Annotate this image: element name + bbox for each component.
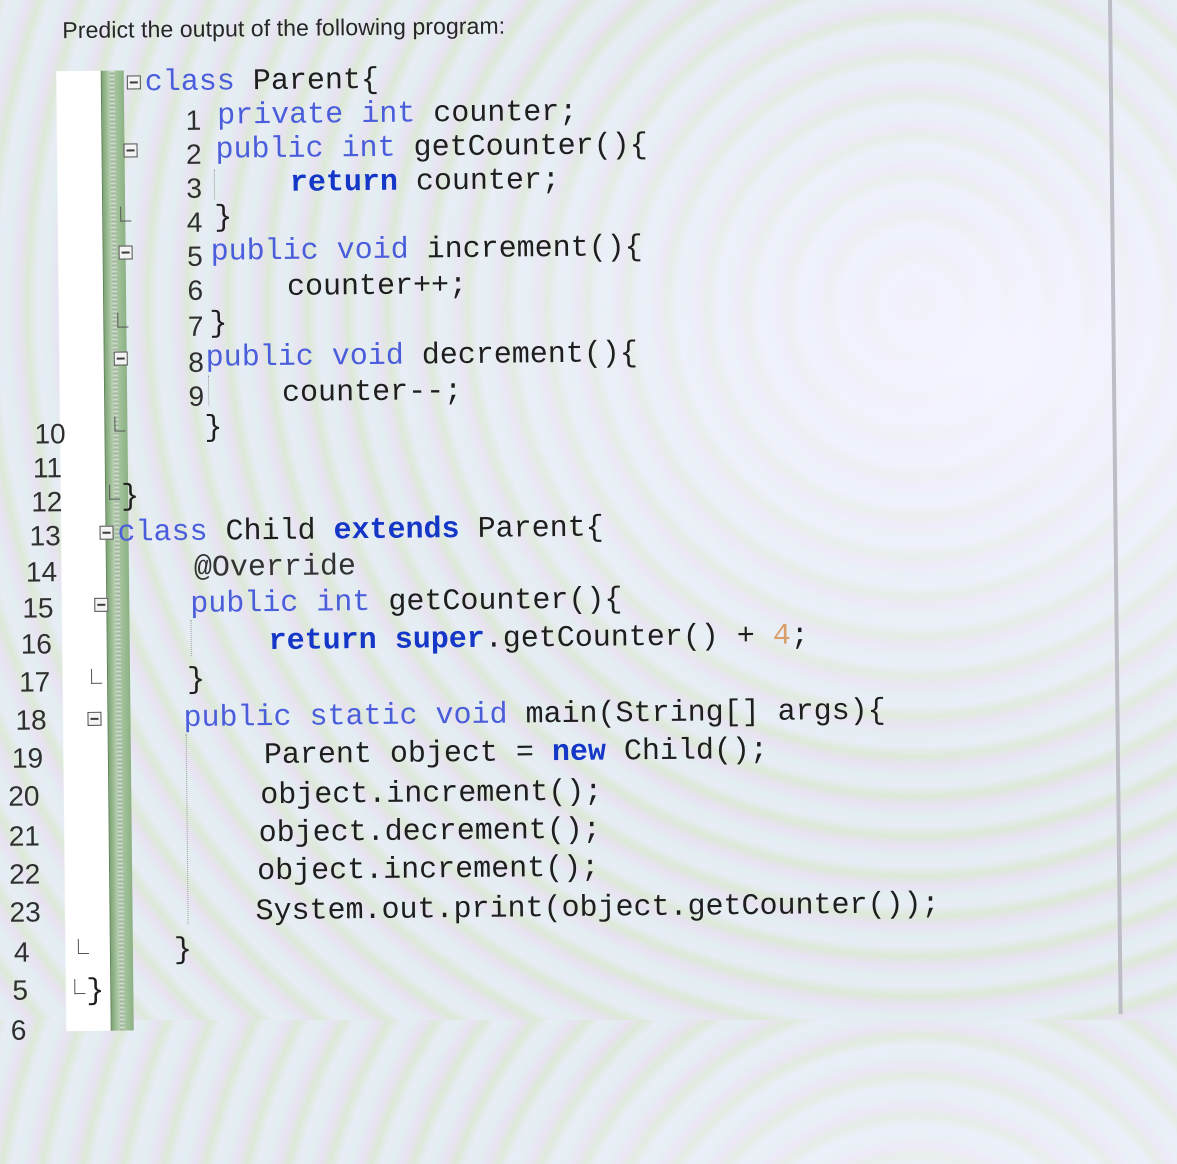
keyword: private bbox=[217, 98, 344, 134]
code-text: decrement(){ bbox=[403, 337, 639, 374]
code-text: } bbox=[173, 933, 193, 969]
worksheet: Predict the output of the following prog… bbox=[0, 0, 1123, 1046]
fold-end-icon bbox=[114, 416, 126, 432]
keyword: int bbox=[361, 97, 416, 133]
code-text: } bbox=[86, 974, 105, 1009]
code-text: increment(){ bbox=[408, 231, 643, 268]
question-prompt: Predict the output of the following prog… bbox=[62, 12, 506, 44]
keyword: public bbox=[215, 132, 324, 168]
keyword: return bbox=[268, 623, 377, 660]
code-text: Parent{ bbox=[459, 511, 604, 548]
collapse-icon[interactable] bbox=[99, 525, 114, 540]
keyword: return bbox=[289, 165, 399, 201]
code-text: Child bbox=[207, 514, 334, 550]
number-literal: 4 bbox=[772, 619, 791, 654]
keyword: int bbox=[341, 131, 396, 167]
fold-end-icon bbox=[74, 978, 86, 995]
keyword: public bbox=[183, 700, 292, 736]
collapse-icon[interactable] bbox=[126, 75, 141, 90]
keyword: public bbox=[190, 586, 299, 622]
fold-end-icon bbox=[117, 312, 129, 328]
annotation: @Override bbox=[193, 550, 357, 586]
collapse-icon[interactable] bbox=[87, 711, 102, 726]
code-text: counter++; bbox=[286, 268, 468, 305]
code-text: getCounter(){ bbox=[395, 129, 648, 166]
keyword: super bbox=[394, 622, 485, 658]
code-text: } bbox=[186, 663, 206, 698]
code-text: } bbox=[214, 201, 233, 236]
code-text: object.decrement(); bbox=[258, 813, 601, 852]
code-text: } bbox=[209, 307, 228, 342]
code-text: main(String[] args){ bbox=[507, 694, 886, 733]
code-text: getCounter(){ bbox=[370, 583, 623, 620]
keyword: public bbox=[205, 340, 314, 376]
code-editor: 1 class Parent{ 2 private int counter; 3… bbox=[1, 54, 1101, 1046]
keyword: class bbox=[117, 515, 208, 551]
fold-end-icon bbox=[90, 668, 103, 684]
fold-end-icon bbox=[109, 484, 121, 500]
collapse-icon[interactable] bbox=[118, 245, 133, 260]
code-text: .getCounter() + bbox=[484, 619, 773, 657]
code-text: object.increment(); bbox=[256, 851, 600, 890]
keyword: class bbox=[144, 65, 236, 101]
code-text: Parent{ bbox=[234, 63, 380, 100]
keyword: extends bbox=[333, 513, 460, 549]
collapse-icon[interactable] bbox=[123, 143, 138, 158]
keyword: new bbox=[551, 735, 607, 771]
collapse-icon[interactable] bbox=[94, 597, 109, 612]
code-text: counter; bbox=[415, 95, 578, 132]
code-text: object.increment(); bbox=[260, 775, 603, 814]
code-text: } bbox=[121, 480, 140, 515]
keyword: void bbox=[331, 339, 404, 375]
collapse-icon[interactable] bbox=[113, 351, 128, 366]
keyword: void bbox=[435, 698, 508, 734]
line-number: 6 bbox=[10, 1014, 27, 1046]
keyword: static bbox=[309, 699, 418, 735]
keyword: public bbox=[210, 234, 319, 270]
code-text: Child(); bbox=[605, 733, 769, 770]
fold-end-icon bbox=[77, 938, 89, 955]
fold-end-icon bbox=[120, 206, 132, 222]
keyword: void bbox=[336, 233, 409, 269]
keyword: int bbox=[316, 585, 371, 621]
code-text: } bbox=[204, 411, 223, 446]
code-text: ; bbox=[790, 619, 809, 654]
code-text: counter; bbox=[397, 163, 561, 200]
code-text: Parent object = bbox=[263, 736, 553, 774]
